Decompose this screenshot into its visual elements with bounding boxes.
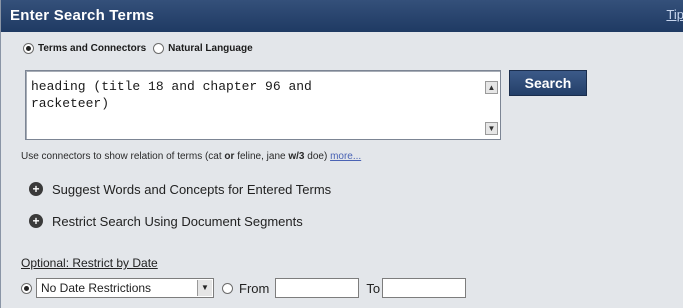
hint-or: or: [224, 151, 235, 162]
search-button[interactable]: Search: [509, 70, 587, 96]
scroll-up-icon[interactable]: ▲: [485, 81, 498, 94]
panel-header: Enter Search Terms Tip: [1, 0, 683, 32]
query-textarea[interactable]: heading (title 18 and chapter 96 and rac…: [25, 70, 501, 140]
from-date-input[interactable]: [275, 278, 360, 298]
hint-suffix: doe): [304, 151, 331, 162]
to-date-input[interactable]: [382, 278, 467, 298]
connectors-hint: Use connectors to show relation of terms…: [21, 151, 361, 162]
no-date-radio[interactable]: [21, 282, 32, 294]
plus-circle-icon[interactable]: +: [29, 214, 43, 228]
date-select-value: No Date Restrictions: [41, 281, 152, 295]
plus-circle-icon[interactable]: +: [29, 182, 43, 196]
date-restrict-row: No Date Restrictions ▼ From To: [21, 276, 467, 300]
date-restrict-label: Optional: Restrict by Date: [21, 256, 158, 270]
restrict-segments-label[interactable]: Restrict Search Using Document Segments: [52, 214, 303, 229]
from-label: From: [239, 280, 270, 296]
scroll-down-icon[interactable]: ▼: [485, 122, 498, 135]
restrict-segments-option[interactable]: + Restrict Search Using Document Segment…: [29, 211, 303, 231]
hint-w3: w/3: [288, 151, 305, 162]
date-range-radio[interactable]: [222, 282, 233, 294]
tip-link[interactable]: Tip: [666, 7, 683, 22]
query-text: heading (title 18 and chapter 96 and rac…: [31, 79, 312, 111]
panel-title: Enter Search Terms: [10, 7, 155, 24]
natural-language-label: Natural Language: [168, 42, 253, 54]
terms-connectors-radio[interactable]: [23, 42, 34, 54]
search-panel: Enter Search Terms Tip Terms and Connect…: [0, 0, 683, 308]
search-type-selector: Terms and Connectors Natural Language: [23, 38, 253, 58]
hint-prefix: Use connectors to show relation of terms…: [21, 151, 225, 162]
more-link[interactable]: more...: [330, 151, 361, 162]
suggest-words-option[interactable]: + Suggest Words and Concepts for Entered…: [29, 179, 331, 199]
date-restriction-select[interactable]: No Date Restrictions ▼: [36, 278, 214, 298]
suggest-words-label[interactable]: Suggest Words and Concepts for Entered T…: [52, 182, 331, 197]
natural-language-radio[interactable]: [153, 42, 165, 54]
to-label: To: [366, 280, 381, 296]
terms-connectors-label: Terms and Connectors: [38, 42, 147, 54]
hint-middle: feline, jane: [234, 151, 289, 162]
chevron-down-icon[interactable]: ▼: [197, 280, 212, 296]
